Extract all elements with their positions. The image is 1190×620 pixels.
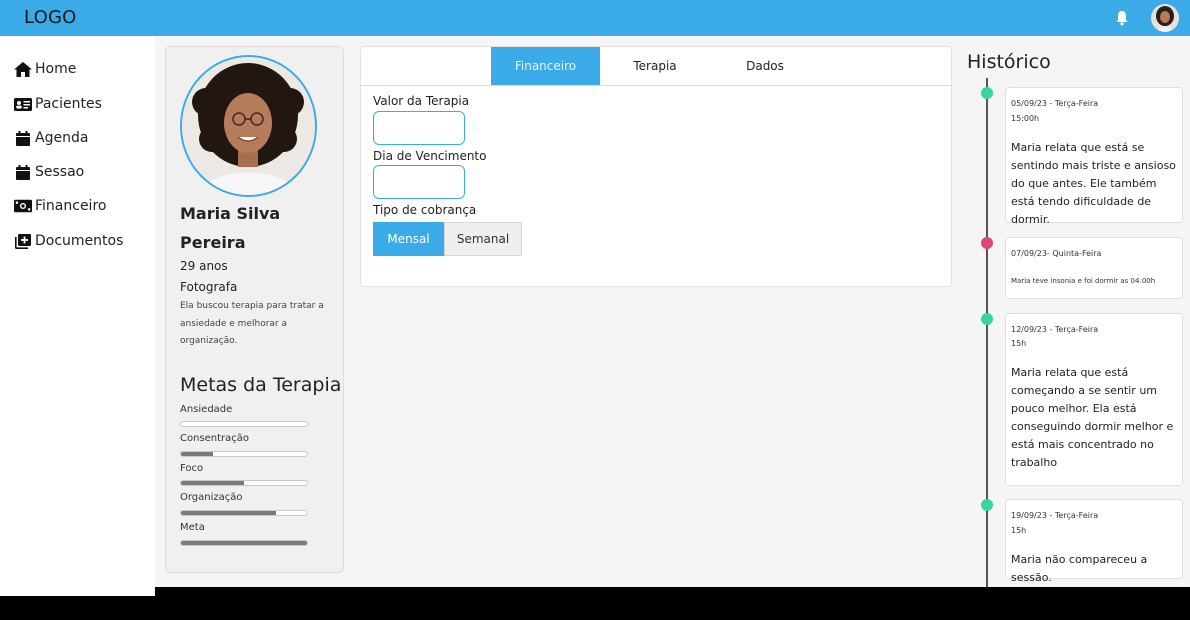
tab-dados[interactable]: Dados <box>710 47 820 85</box>
history-date: 07/09/23- Quinta-Feira <box>1011 249 1102 258</box>
sidebar-item-pacientes[interactable]: Pacientes <box>14 93 102 115</box>
sidebar-item-agenda[interactable]: Agenda <box>14 127 88 149</box>
sidebar-item-label: Documentos <box>35 233 124 249</box>
history-date: 19/09/23 - Terça-Feira <box>1011 511 1099 520</box>
goal-progress-fill <box>181 511 276 515</box>
goal-progress-bar <box>180 421 308 427</box>
vencimento-label: Dia de Vencimento <box>373 149 487 163</box>
patient-name-cont: Pereira <box>180 233 246 252</box>
goal-progress-fill <box>181 452 213 456</box>
patient-age: 29 anos <box>180 259 228 273</box>
timeline-dot <box>981 313 993 325</box>
timeline-dot <box>981 87 993 99</box>
history-text: Maria teve insonia e foi dormir as 04:00… <box>1011 277 1156 285</box>
history-time: 15h <box>1011 339 1027 348</box>
home-icon <box>14 61 32 77</box>
goal-label: Ansiedade <box>180 404 233 415</box>
valor-label: Valor da Terapia <box>373 94 470 108</box>
id-card-icon <box>14 96 32 112</box>
goal-progress-bar <box>180 540 308 546</box>
sidebar-item-label: Pacientes <box>35 96 102 112</box>
history-date: 12/09/23 - Terça-Feira <box>1011 325 1099 334</box>
money-icon <box>14 198 32 214</box>
patient-photo <box>180 55 317 197</box>
logo[interactable]: LOGO <box>24 7 76 28</box>
history-date: 05/09/23 - Terça-Feira <box>1011 99 1099 108</box>
sidebar <box>0 36 155 596</box>
history-text: Maria relata que está começando a se sen… <box>1011 366 1174 469</box>
sidebar-item-home[interactable]: Home <box>14 58 76 80</box>
history-text: Maria relata que está se sentindo mais t… <box>1011 141 1176 226</box>
bell-icon[interactable] <box>1114 9 1130 27</box>
patient-name: Maria Silva <box>180 204 281 223</box>
goal-progress-bar <box>180 451 308 457</box>
documents-icon <box>14 233 32 249</box>
goal-label: Foco <box>180 463 204 474</box>
sidebar-item-label: Financeiro <box>35 198 107 214</box>
goal-progress-bar <box>180 510 308 516</box>
goal-label: Meta <box>180 522 205 533</box>
timeline-dot <box>981 237 993 249</box>
goal-label: Consentração <box>180 433 250 444</box>
goal-label: Organização <box>180 492 243 503</box>
goals-title: Metas da Terapia <box>180 374 342 396</box>
tab-terapia[interactable]: Terapia <box>600 47 710 85</box>
patient-occupation: Fotografa <box>180 280 238 294</box>
history-title: Histórico <box>967 51 1051 73</box>
history-text: Maria não compareceu a sessão. <box>1011 553 1148 584</box>
sidebar-item-label: Sessao <box>35 164 85 180</box>
top-bar <box>0 0 1190 36</box>
calendar-icon <box>14 130 32 146</box>
semanal-option-button[interactable]: Semanal <box>444 222 522 256</box>
mensal-option-button[interactable]: Mensal <box>373 222 444 256</box>
valor-input[interactable] <box>373 111 465 145</box>
sidebar-item-label: Agenda <box>35 130 89 146</box>
tabs-divider <box>360 85 952 86</box>
user-avatar[interactable] <box>1151 4 1179 32</box>
goal-progress-fill <box>181 481 244 485</box>
calendar-icon <box>14 164 32 180</box>
vencimento-input[interactable] <box>373 165 465 199</box>
sidebar-item-financeiro[interactable]: Financeiro <box>14 195 106 217</box>
sidebar-item-label: Home <box>35 61 77 77</box>
history-time: 15:00h <box>1011 114 1040 123</box>
cobranca-label: Tipo de cobrança <box>373 203 477 217</box>
goal-progress-bar <box>180 480 308 486</box>
history-time: 15h <box>1011 526 1027 535</box>
tab-financeiro[interactable]: Financeiro <box>491 47 600 85</box>
history-card <box>1005 237 1183 299</box>
goal-progress-fill <box>181 541 307 545</box>
sidebar-item-sessao[interactable]: Sessao <box>14 161 84 183</box>
sidebar-item-documentos[interactable]: Documentos <box>14 230 123 252</box>
timeline-dot <box>981 499 993 511</box>
patient-description: Ela buscou terapia para tratar a ansieda… <box>180 301 324 346</box>
